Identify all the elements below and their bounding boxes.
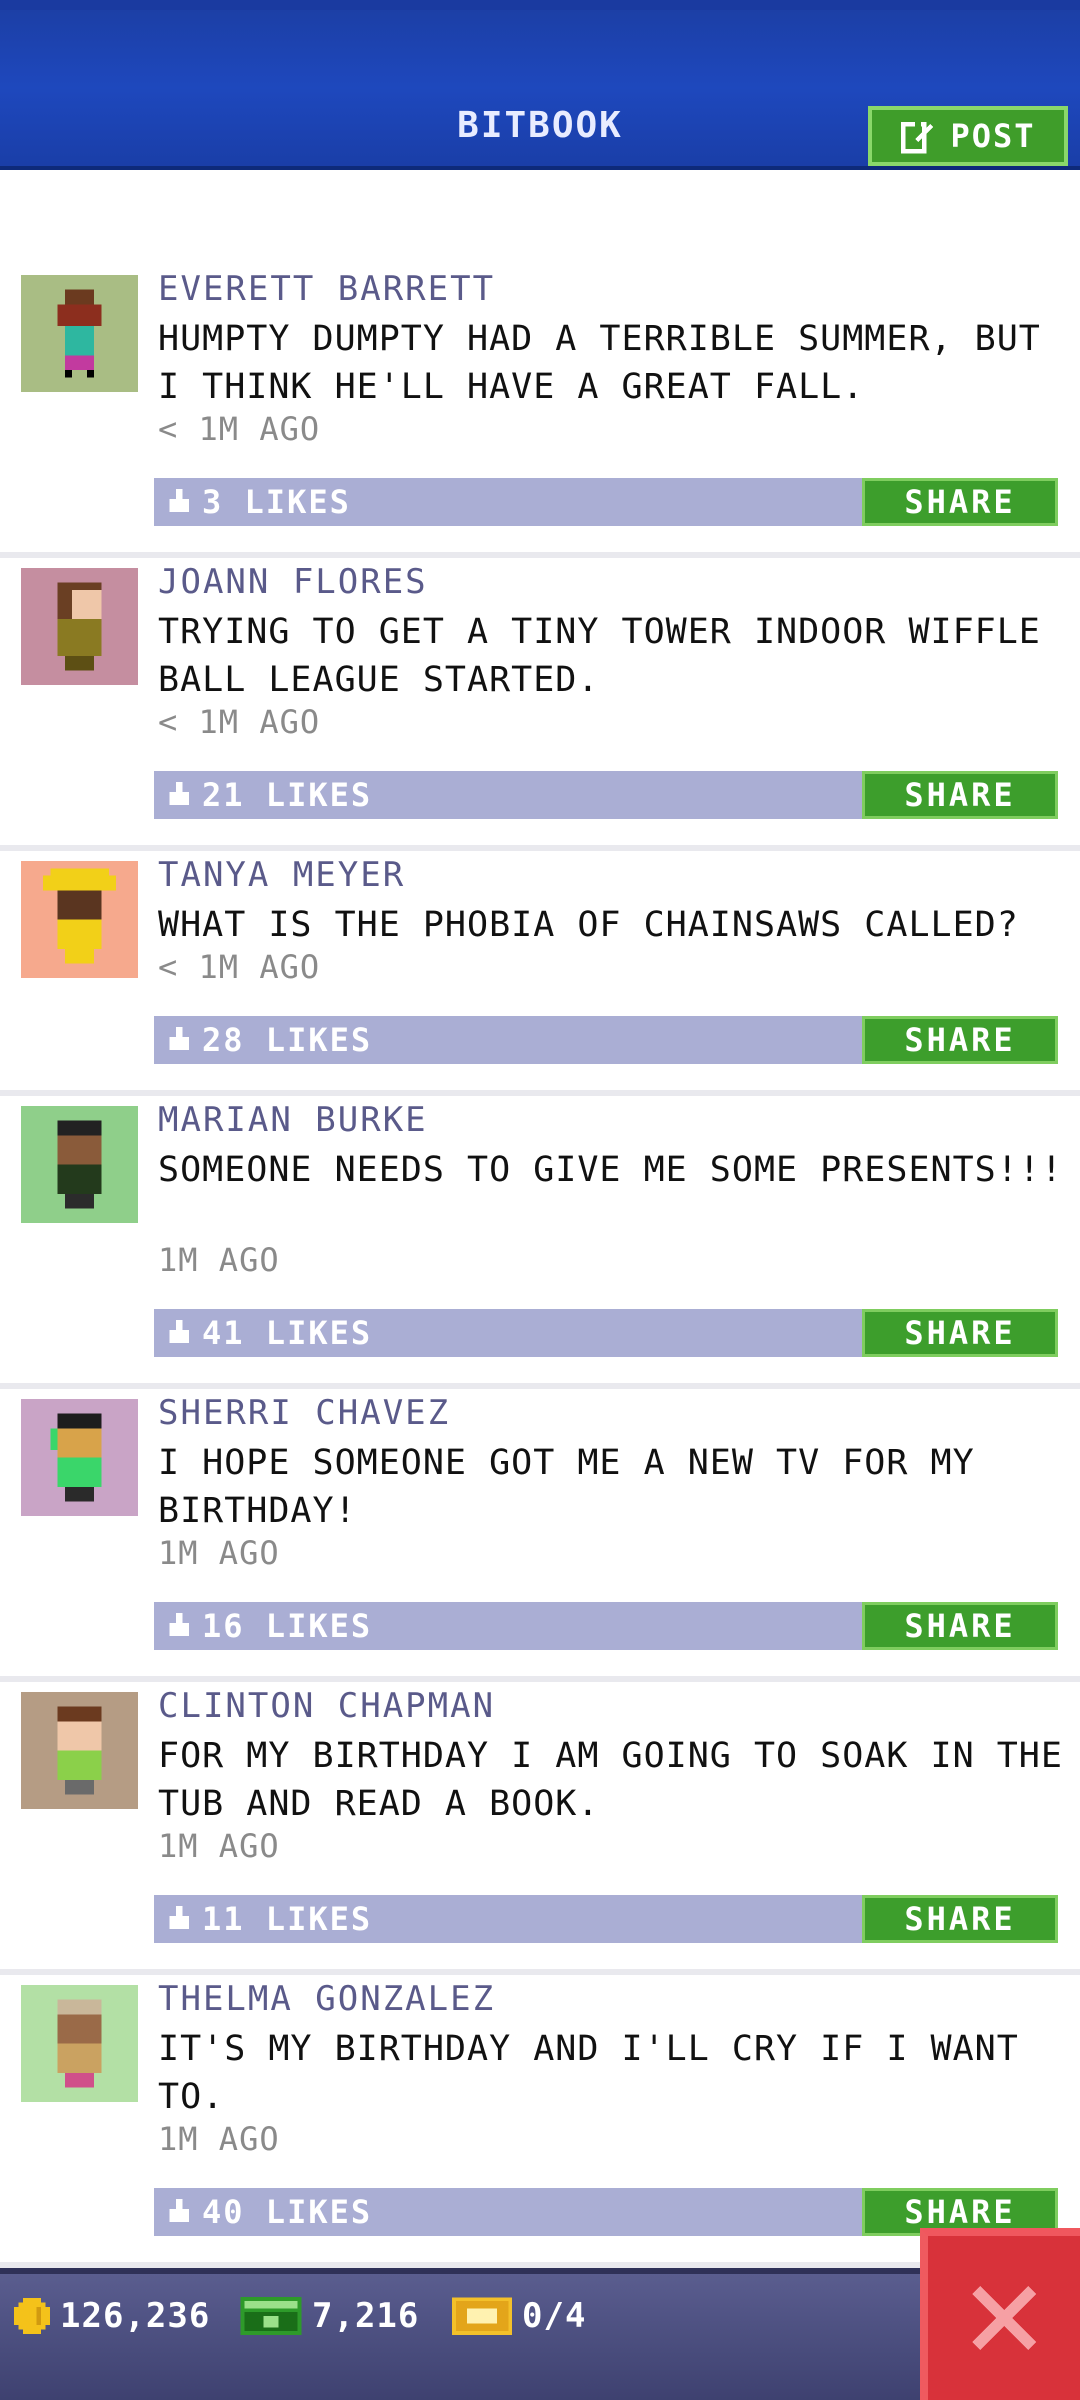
like-bar: 28 LIKES SHARE	[154, 1016, 1058, 1064]
like-count: 41 LIKES	[202, 1314, 373, 1352]
share-button[interactable]: SHARE	[862, 1602, 1058, 1650]
close-button[interactable]	[920, 2228, 1080, 2400]
thumbs-up-icon	[169, 2199, 189, 2222]
like-count: 16 LIKES	[202, 1607, 373, 1645]
list-item: MARIAN BURKE SOMEONE NEEDS TO GIVE ME SO…	[0, 1096, 1080, 1389]
avatar[interactable]	[21, 1399, 138, 1516]
thumbs-up-icon	[169, 1906, 189, 1929]
like-button[interactable]: 3 LIKES	[166, 478, 351, 526]
coin-counter: 126,236	[14, 2296, 210, 2336]
author-name[interactable]: JOANN FLORES	[158, 562, 428, 602]
list-item: SHERRI CHAVEZ I HOPE SOMEONE GOT ME A NE…	[0, 1389, 1080, 1682]
post-text: WHAT IS THE PHOBIA OF CHAINSAWS CALLED?	[158, 905, 1019, 945]
list-item: TANYA MEYER WHAT IS THE PHOBIA OF CHAINS…	[0, 851, 1080, 1096]
post-time: < 1M AGO	[158, 703, 321, 741]
share-button[interactable]: SHARE	[862, 1309, 1058, 1357]
author-name[interactable]: SHERRI CHAVEZ	[158, 1393, 450, 1433]
like-count: 28 LIKES	[202, 1021, 373, 1059]
avatar[interactable]	[21, 568, 138, 685]
avatar[interactable]	[21, 1106, 138, 1223]
post-time: < 1M AGO	[158, 948, 321, 986]
like-bar: 21 LIKES SHARE	[154, 771, 1058, 819]
close-icon	[972, 2286, 1036, 2350]
author-name[interactable]: EVERETT BARRETT	[158, 269, 495, 309]
like-count: 3 LIKES	[202, 483, 351, 521]
like-button[interactable]: 28 LIKES	[166, 1016, 372, 1064]
app-header: BITBOOK POST	[0, 0, 1080, 170]
avatar[interactable]	[21, 861, 138, 978]
like-count: 21 LIKES	[202, 776, 373, 814]
ticket-count: 0/4	[522, 2296, 587, 2336]
like-button[interactable]: 16 LIKES	[166, 1602, 372, 1650]
post-text: FOR MY BIRTHDAY I AM GOING TO SOAK IN TH…	[158, 1736, 1063, 1824]
post-time: 1M AGO	[158, 1827, 280, 1865]
thumbs-up-icon	[169, 782, 189, 805]
list-item: JOANN FLORES TRYING TO GET A TINY TOWER …	[0, 558, 1080, 851]
author-name[interactable]: MARIAN BURKE	[158, 1100, 428, 1140]
author-name[interactable]: THELMA GONZALEZ	[158, 1979, 495, 2019]
like-button[interactable]: 40 LIKES	[166, 2188, 372, 2236]
post-text: HUMPTY DUMPTY HAD A TERRIBLE SUMMER, BUT…	[158, 319, 1041, 407]
coin-count: 126,236	[60, 2296, 211, 2336]
share-button[interactable]: SHARE	[862, 771, 1058, 819]
post-text: SOMEONE NEEDS TO GIVE ME SOME PRESENTS!!…	[158, 1150, 1063, 1190]
bux-icon	[240, 2297, 302, 2335]
list-item: EVERETT BARRETT HUMPTY DUMPTY HAD A TERR…	[0, 265, 1080, 558]
like-button[interactable]: 11 LIKES	[166, 1895, 372, 1943]
post-feed: EVERETT BARRETT HUMPTY DUMPTY HAD A TERR…	[0, 265, 1080, 2268]
author-name[interactable]: TANYA MEYER	[158, 855, 405, 895]
post-time: 1M AGO	[158, 2120, 280, 2158]
post-button-label: POST	[950, 117, 1036, 155]
post-time: 1M AGO	[158, 1241, 280, 1279]
avatar[interactable]	[21, 275, 138, 392]
coin-icon	[14, 2298, 50, 2334]
post-button[interactable]: POST	[868, 106, 1068, 166]
post-text: TRYING TO GET A TINY TOWER INDOOR WIFFLE…	[158, 612, 1041, 700]
thumbs-up-icon	[169, 1027, 189, 1050]
like-bar: 16 LIKES SHARE	[154, 1602, 1058, 1650]
ticket-icon	[452, 2297, 512, 2335]
like-button[interactable]: 41 LIKES	[166, 1309, 372, 1357]
ticket-counter: 0/4	[452, 2296, 586, 2336]
thumbs-up-icon	[169, 489, 189, 512]
edit-icon	[901, 121, 934, 154]
like-bar: 3 LIKES SHARE	[154, 478, 1058, 526]
share-button[interactable]: SHARE	[862, 478, 1058, 526]
list-item: THELMA GONZALEZ IT'S MY BIRTHDAY AND I'L…	[0, 1975, 1080, 2268]
post-text: I HOPE SOMEONE GOT ME A NEW TV FOR MY BI…	[158, 1443, 975, 1531]
avatar[interactable]	[21, 1985, 138, 2102]
bux-counter: 7,216	[240, 2296, 419, 2336]
avatar[interactable]	[21, 1692, 138, 1809]
author-name[interactable]: CLINTON CHAPMAN	[158, 1686, 495, 1726]
like-button[interactable]: 21 LIKES	[166, 771, 372, 819]
like-bar: 41 LIKES SHARE	[154, 1309, 1058, 1357]
post-text: IT'S MY BIRTHDAY AND I'LL CRY IF I WANT …	[158, 2029, 1019, 2117]
bux-count: 7,216	[312, 2296, 420, 2336]
share-button[interactable]: SHARE	[862, 1016, 1058, 1064]
status-bar: 126,236 7,216 0/4	[0, 2268, 1080, 2400]
post-time: 1M AGO	[158, 1534, 280, 1572]
like-count: 11 LIKES	[202, 1900, 373, 1938]
like-bar: 11 LIKES SHARE	[154, 1895, 1058, 1943]
thumbs-up-icon	[169, 1320, 189, 1343]
list-item: CLINTON CHAPMAN FOR MY BIRTHDAY I AM GOI…	[0, 1682, 1080, 1975]
share-button[interactable]: SHARE	[862, 1895, 1058, 1943]
like-count: 40 LIKES	[202, 2193, 373, 2231]
thumbs-up-icon	[169, 1613, 189, 1636]
post-time: < 1M AGO	[158, 410, 321, 448]
